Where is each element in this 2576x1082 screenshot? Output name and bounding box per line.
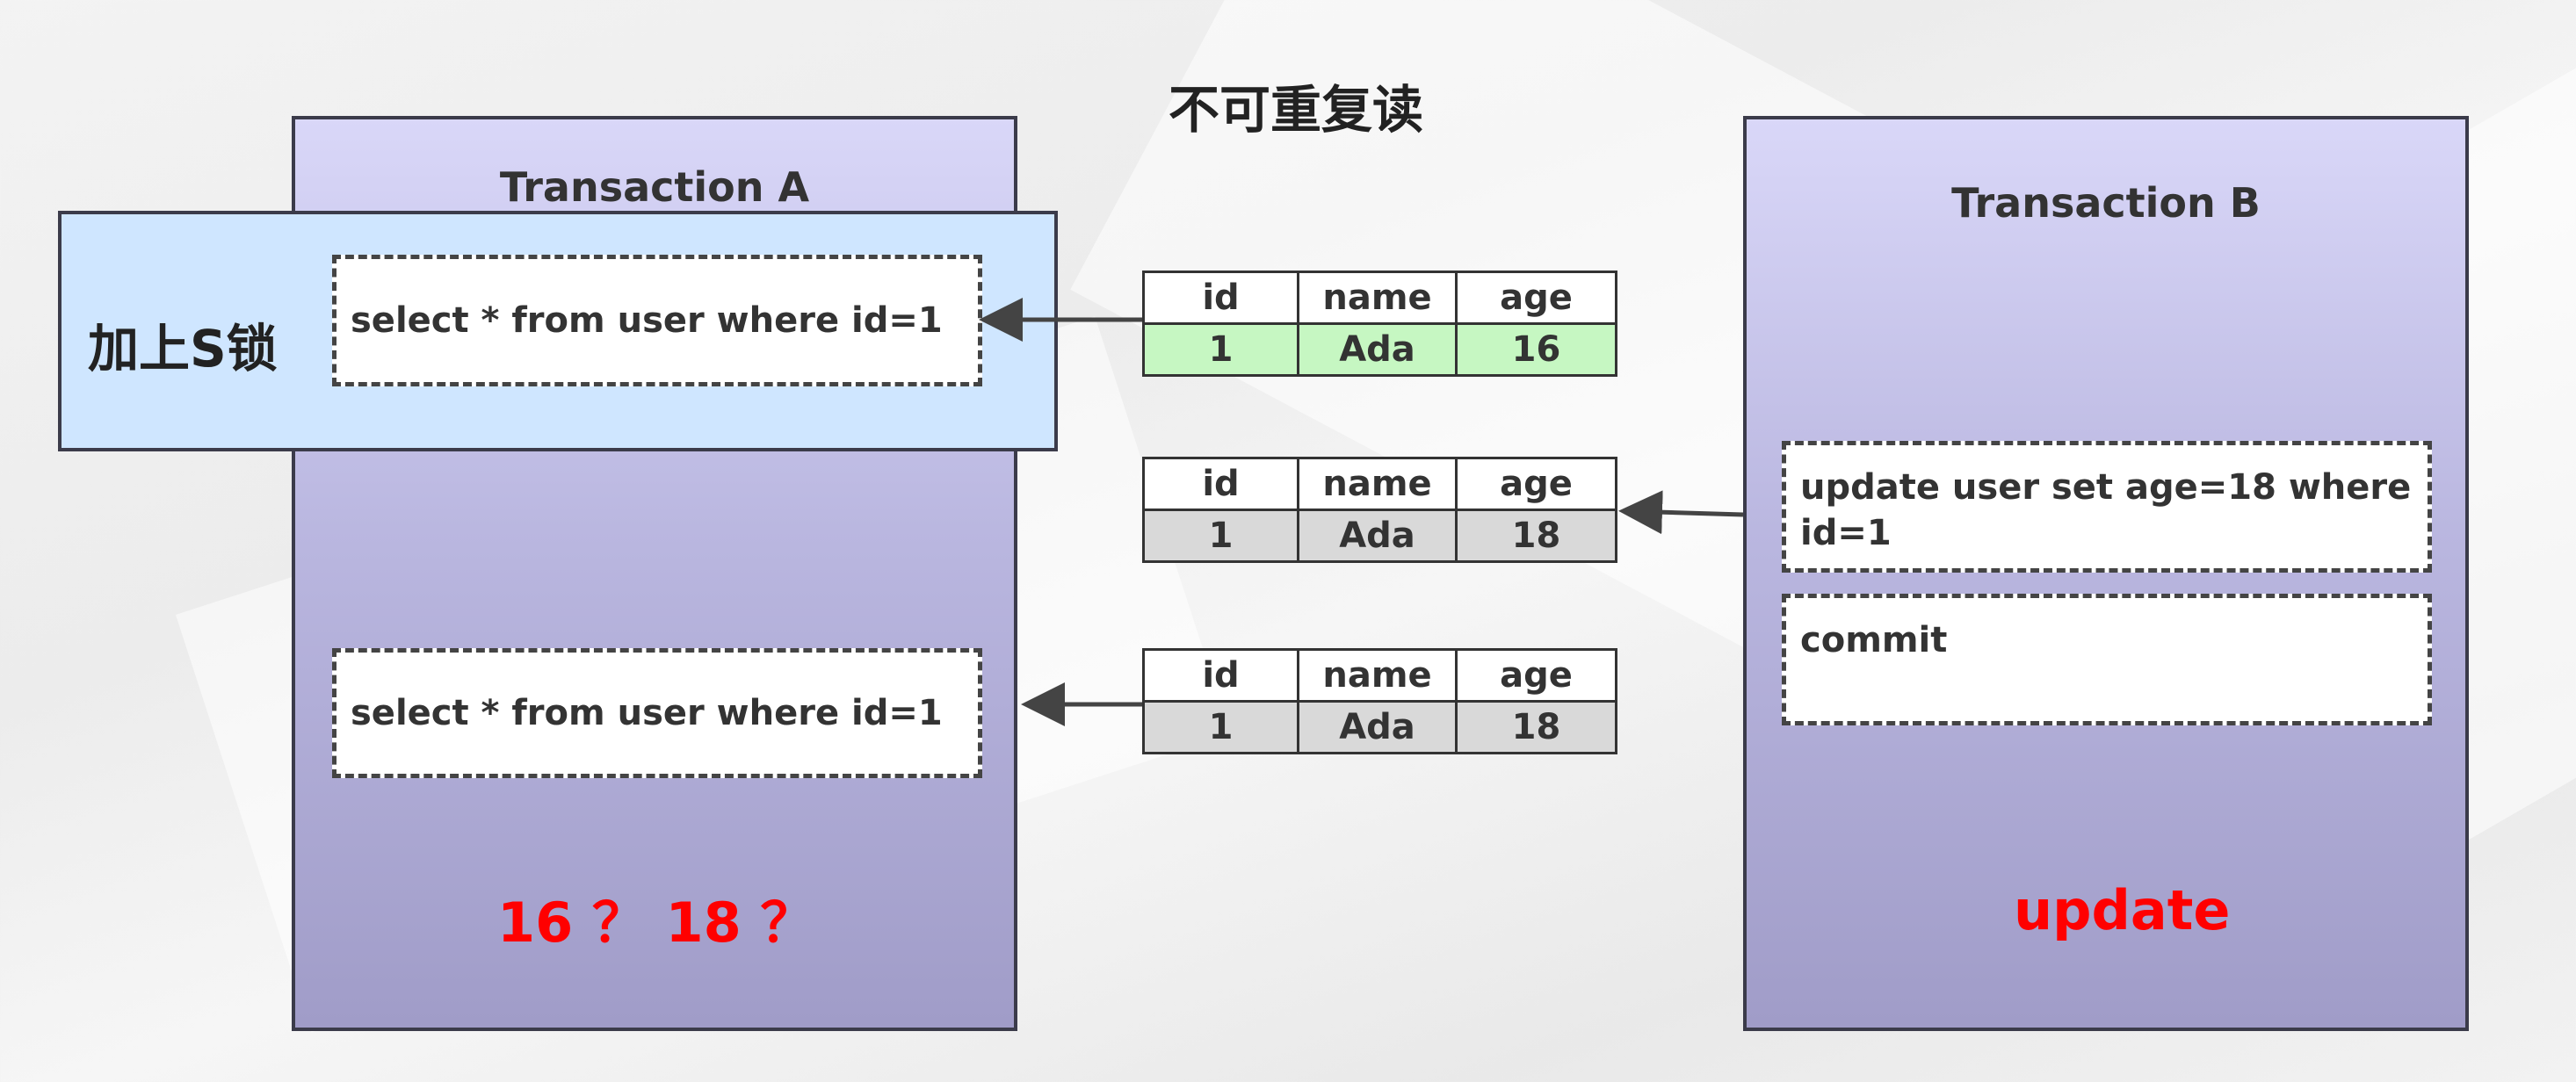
arrow-update-to-table2: [1618, 490, 1744, 535]
arrows-layer: [979, 298, 1744, 726]
